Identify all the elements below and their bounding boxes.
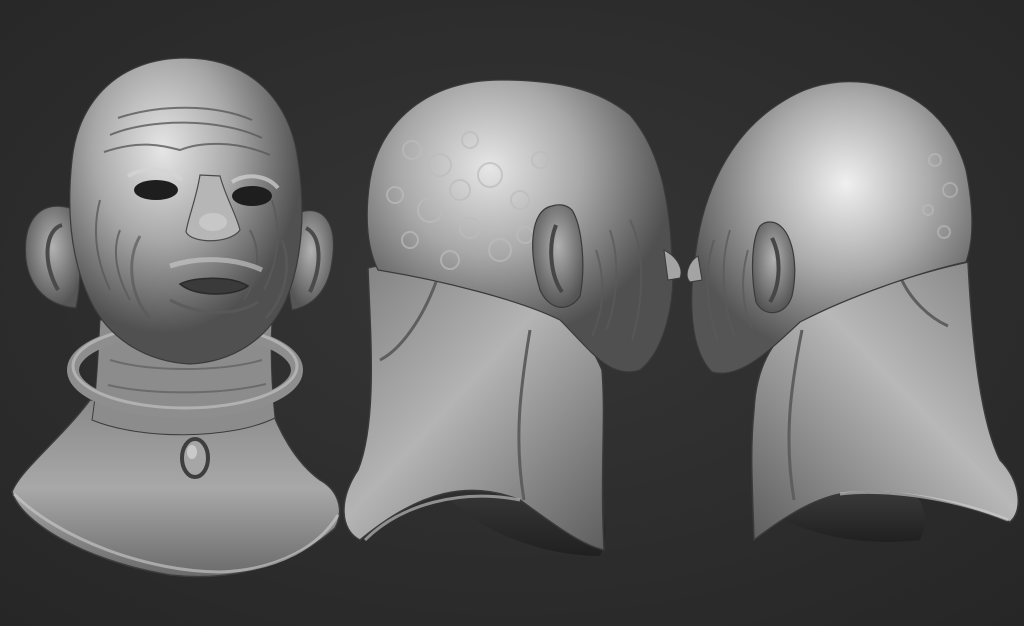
sculpt-render [0, 0, 1024, 626]
brooch-gem [180, 437, 210, 479]
front-eye-right [232, 186, 272, 206]
render-viewport [0, 0, 1024, 626]
front-eye-left [134, 180, 178, 200]
